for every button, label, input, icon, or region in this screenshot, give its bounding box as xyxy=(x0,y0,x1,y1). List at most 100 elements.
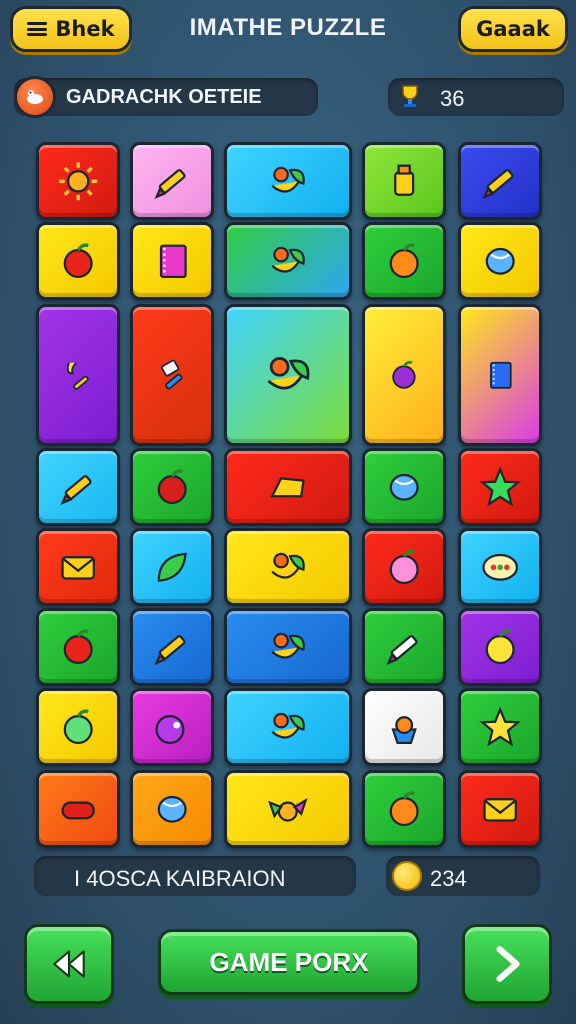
hamburger-icon xyxy=(27,22,48,36)
puzzle-tile[interactable] xyxy=(224,528,352,606)
puzzle-tile[interactable] xyxy=(458,608,542,686)
puzzle-tile[interactable] xyxy=(458,528,542,606)
game-main-button-label: GAME PORX xyxy=(209,946,369,977)
puzzle-tile[interactable] xyxy=(224,142,352,220)
marker-book-icon xyxy=(461,307,539,443)
candy-icon xyxy=(39,773,117,845)
status-text: I 4OSCA KAIBRAION xyxy=(74,866,286,891)
player-name: GADRACHK OETEIE xyxy=(66,86,262,108)
easter-egg-icon xyxy=(461,531,539,603)
puzzle-tile[interactable] xyxy=(130,528,214,606)
bird-icon xyxy=(227,773,349,845)
crayon-icon xyxy=(365,611,443,683)
pencil-icon xyxy=(133,611,211,683)
puzzle-tile[interactable] xyxy=(362,142,446,220)
puzzle-tile[interactable] xyxy=(362,448,446,526)
puzzle-tile[interactable] xyxy=(224,222,352,300)
game-main-button[interactable]: GAME PORX xyxy=(158,929,420,995)
puzzle-tile[interactable] xyxy=(458,448,542,526)
banana-leaf-icon xyxy=(227,145,349,217)
pet-icon xyxy=(27,90,43,104)
puzzle-tile[interactable] xyxy=(36,770,120,848)
puzzle-tile[interactable] xyxy=(458,142,542,220)
puzzle-tile[interactable] xyxy=(458,688,542,766)
puzzle-tile[interactable] xyxy=(224,608,352,686)
star-icon xyxy=(461,691,539,763)
coin-count: 234 xyxy=(430,866,467,891)
game-screen: Bhek IMATHE PUZZLE Gaaak GADRACHK OETEIE… xyxy=(0,0,576,1024)
puzzle-tile[interactable] xyxy=(130,222,214,300)
pencil-icon xyxy=(461,145,539,217)
player-avatar[interactable] xyxy=(14,76,56,118)
menu-button-label: Bhek xyxy=(55,17,115,41)
balloon-icon xyxy=(461,225,539,297)
puzzle-tile[interactable] xyxy=(130,142,214,220)
leaf-icon xyxy=(133,531,211,603)
apple-icon xyxy=(39,225,117,297)
puzzle-tile[interactable] xyxy=(130,770,214,848)
ball-icon xyxy=(365,451,443,523)
puzzle-tile[interactable] xyxy=(224,448,352,526)
pencil-icon xyxy=(133,145,211,217)
apple-icon xyxy=(39,611,117,683)
puzzle-tile[interactable] xyxy=(224,304,352,446)
grape-leaf-icon xyxy=(227,531,349,603)
flower-banana-icon xyxy=(227,611,349,683)
puzzle-tile[interactable] xyxy=(362,528,446,606)
green-apple-icon xyxy=(39,691,117,763)
puzzle-tile[interactable] xyxy=(36,688,120,766)
right-header-button[interactable]: Gaaak xyxy=(458,6,568,52)
puzzle-tile[interactable] xyxy=(362,304,446,446)
cheese-icon xyxy=(227,451,349,523)
puzzle-tile[interactable] xyxy=(362,770,446,848)
rewind-button[interactable] xyxy=(24,924,114,1004)
flag-flower-icon xyxy=(227,225,349,297)
marker-icon xyxy=(39,451,117,523)
right-header-label: Gaaak xyxy=(476,17,550,41)
notebook-icon xyxy=(133,225,211,297)
puzzle-tile[interactable] xyxy=(130,448,214,526)
banana-pencil-icon xyxy=(39,307,117,443)
score-value: 36 xyxy=(440,86,465,111)
chevron-right-icon xyxy=(496,946,520,982)
peach-icon xyxy=(365,531,443,603)
plum-icon xyxy=(365,307,443,443)
next-button[interactable] xyxy=(462,924,552,1004)
star-arrow-icon xyxy=(461,451,539,523)
coin-icon xyxy=(392,861,422,891)
cherry-icon xyxy=(133,451,211,523)
bomb-icon xyxy=(133,691,211,763)
envelope-icon xyxy=(461,773,539,845)
puzzle-tile[interactable] xyxy=(36,448,120,526)
puzzle-tile[interactable] xyxy=(224,688,352,766)
cupcake-icon xyxy=(365,691,443,763)
menu-button[interactable]: Bhek xyxy=(10,6,132,52)
sun-icon xyxy=(39,145,117,217)
puzzle-tile[interactable] xyxy=(458,770,542,848)
puzzle-tile[interactable] xyxy=(458,304,542,446)
puzzle-tile[interactable] xyxy=(36,528,120,606)
puzzle-tile[interactable] xyxy=(130,608,214,686)
game-title: IMATHE PUZZLE xyxy=(189,14,387,41)
puzzle-tile[interactable] xyxy=(36,222,120,300)
puzzle-tile[interactable] xyxy=(362,222,446,300)
puzzle-tile[interactable] xyxy=(36,608,120,686)
blue-ball-icon xyxy=(133,773,211,845)
orange-icon xyxy=(365,225,443,297)
rewind-icon xyxy=(53,950,85,978)
puzzle-tile[interactable] xyxy=(130,304,214,446)
puzzle-tile[interactable] xyxy=(130,688,214,766)
flowers-icon xyxy=(227,307,349,443)
puzzle-tile[interactable] xyxy=(362,608,446,686)
envelope-icon xyxy=(39,531,117,603)
puzzle-tile[interactable] xyxy=(224,770,352,848)
puzzle-tile[interactable] xyxy=(36,304,120,446)
trophy-icon xyxy=(402,85,418,107)
puzzle-tile[interactable] xyxy=(36,142,120,220)
orange-icon xyxy=(365,773,443,845)
banana-leaf-icon xyxy=(227,691,349,763)
puzzle-tile[interactable] xyxy=(458,222,542,300)
eraser-pen-icon xyxy=(133,307,211,443)
puzzle-tile[interactable] xyxy=(362,688,446,766)
lemon-icon xyxy=(461,611,539,683)
